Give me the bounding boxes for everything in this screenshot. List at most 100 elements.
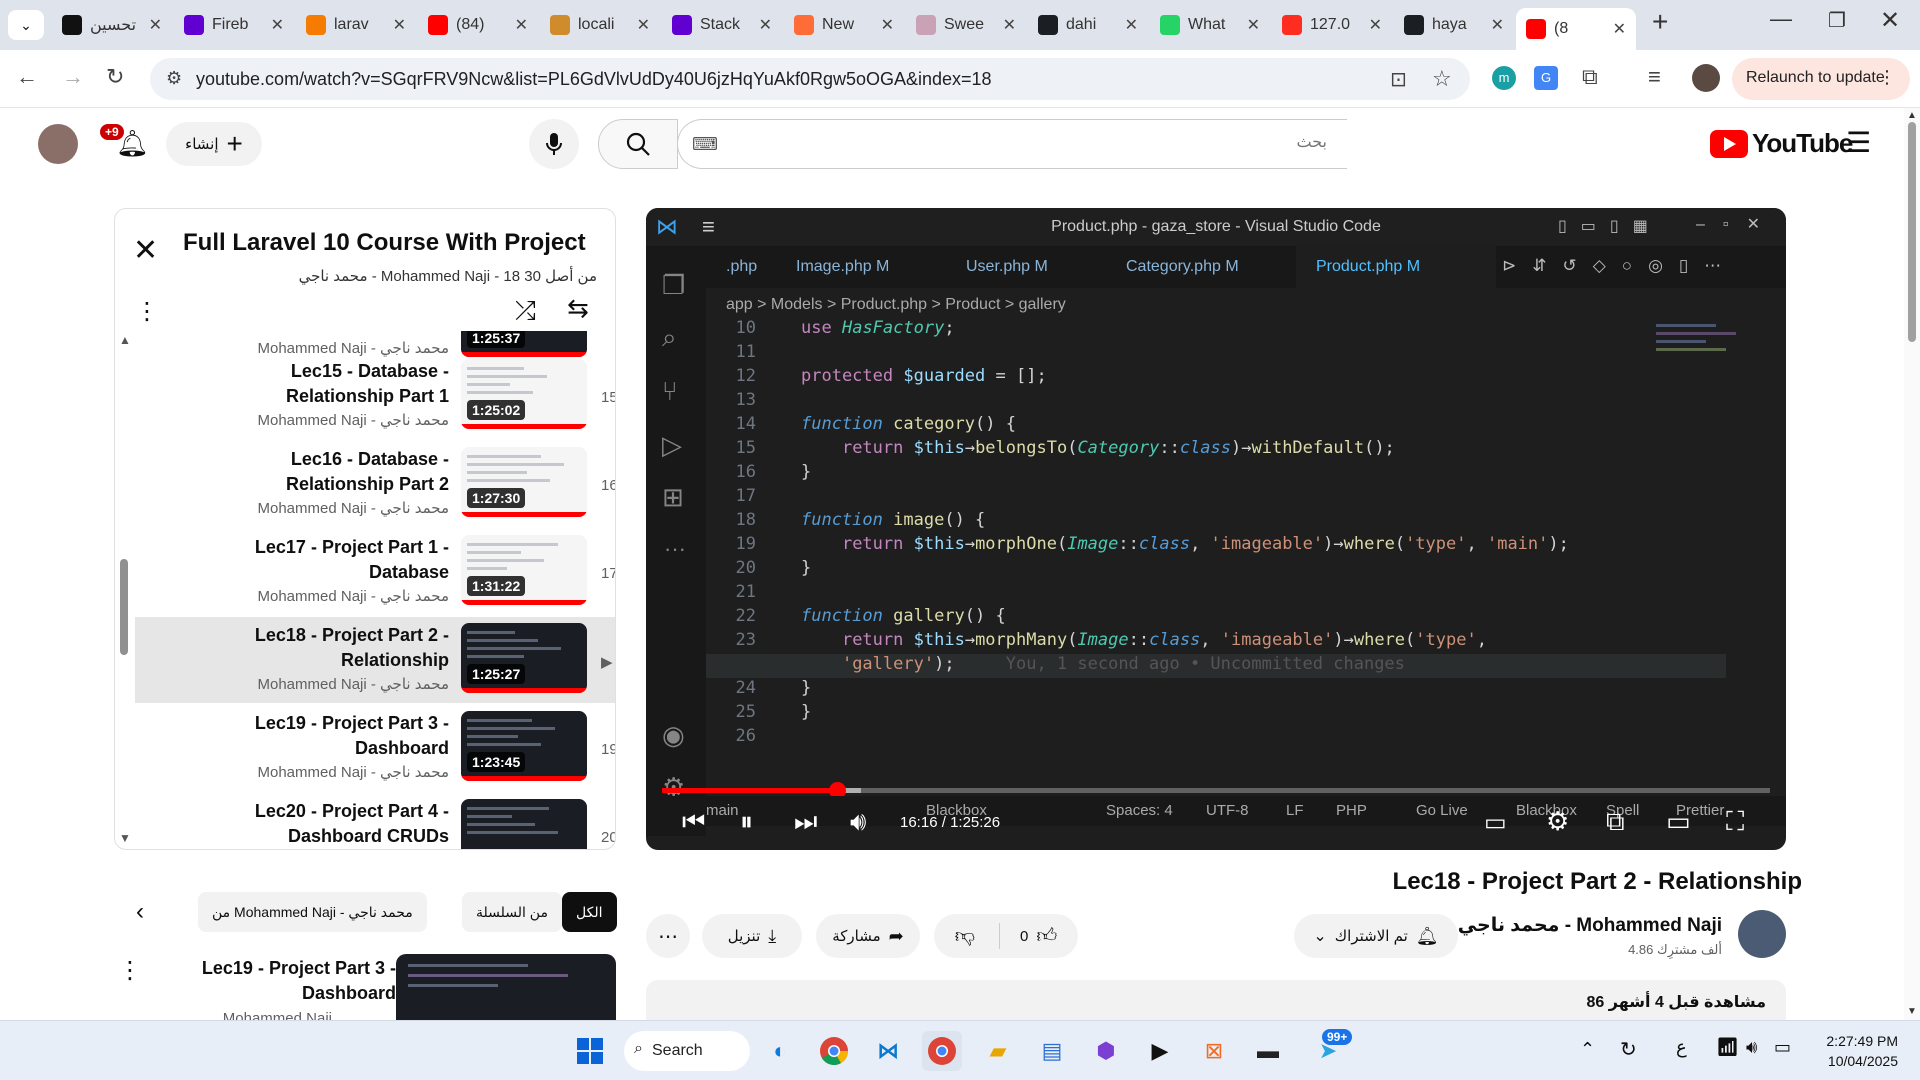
browser-tab[interactable]: Stack ✕ xyxy=(662,8,782,42)
playlist-thumbnail[interactable]: 1:25:02 xyxy=(461,359,587,429)
video-player[interactable]: ⋈ ≡ Product.php - gaza_store - Visual St… xyxy=(646,208,1786,850)
menu-hamburger-icon[interactable]: ☰ xyxy=(1846,126,1871,159)
close-tab-icon[interactable]: ✕ xyxy=(1491,15,1504,35)
battery-icon[interactable]: ▭ xyxy=(1774,1037,1791,1058)
close-tab-icon[interactable]: ✕ xyxy=(515,15,528,35)
wifi-icon[interactable]: 📶︎ xyxy=(1716,1037,1739,1058)
close-playlist-icon[interactable]: ✕ xyxy=(133,233,158,268)
chip-from-channel[interactable]: من Mohammed Naji - محمد ناجي xyxy=(198,892,427,932)
browser-tab[interactable]: 127.0 ✕ xyxy=(1272,8,1392,42)
close-tab-icon[interactable]: ✕ xyxy=(759,15,772,35)
close-tab-icon[interactable]: ✕ xyxy=(1613,19,1626,39)
search-input[interactable] xyxy=(767,134,1327,152)
notepad-icon[interactable]: ▤ xyxy=(1032,1031,1072,1071)
page-scroll-up-icon[interactable]: ▲ xyxy=(1907,110,1917,121)
keyboard-icon[interactable]: ⌨ xyxy=(692,134,718,155)
site-info-icon[interactable]: ⚙ xyxy=(166,68,182,89)
url-text[interactable]: youtube.com/watch?v=SGqrFRV9Ncw&list=PL6… xyxy=(196,69,992,90)
install-app-icon[interactable]: ⊡ xyxy=(1390,67,1407,92)
playlist-more-icon[interactable]: ⋮ xyxy=(135,297,159,326)
new-tab-button[interactable]: + xyxy=(1652,6,1668,38)
sync-icon[interactable]: ↻ xyxy=(1620,1037,1637,1062)
playlist-item[interactable]: 1:23:45 Lec19 - Project Part 3 - Dashboar… xyxy=(135,705,615,791)
theater-mode-icon[interactable]: ▭ xyxy=(1666,806,1691,837)
close-tab-icon[interactable]: ✕ xyxy=(393,15,406,35)
media-controls-icon[interactable]: ≡ xyxy=(1648,64,1661,90)
forward-arrow-icon[interactable]: → xyxy=(62,64,84,90)
speaker-icon[interactable]: 🔊︎ xyxy=(1746,1037,1757,1058)
channel-avatar[interactable] xyxy=(1738,910,1786,958)
relaunch-to-update-button[interactable]: Relaunch to update ⋮ xyxy=(1732,58,1910,100)
browser-tab[interactable]: haya ✕ xyxy=(1394,8,1514,42)
chips-back-arrow-icon[interactable]: ‹ xyxy=(136,898,144,926)
description-box[interactable]: 86 مشاهدة قبل 4 أشهر xyxy=(646,980,1786,1020)
account-avatar[interactable] xyxy=(38,124,78,164)
scroll-down-arrow-icon[interactable]: ▼ xyxy=(119,831,131,845)
shuffle-icon[interactable]: ⤮ xyxy=(515,295,536,327)
browser-tab[interactable]: What ✕ xyxy=(1150,8,1270,42)
taskbar-search[interactable]: ⌕ Search xyxy=(624,1031,750,1071)
browser-tab[interactable]: locali ✕ xyxy=(540,8,660,42)
playlist-title[interactable]: Full Laravel 10 Course With Project xyxy=(183,229,586,257)
close-tab-icon[interactable]: ✕ xyxy=(149,15,162,35)
chip-all[interactable]: الكل xyxy=(562,892,617,932)
subscribed-button[interactable]: ⌄ تم الاشتراك 🔔︎ xyxy=(1294,914,1458,958)
back-arrow-icon[interactable]: ← xyxy=(16,64,38,90)
fullscreen-icon[interactable]: ⛶ xyxy=(1726,806,1744,838)
playlist-thumbnail[interactable] xyxy=(461,799,587,849)
related-thumbnail[interactable] xyxy=(396,954,616,1020)
more-vert-icon[interactable]: ⋮ xyxy=(1878,67,1896,88)
chrome-profile-icon[interactable] xyxy=(922,1031,962,1071)
chrome-icon[interactable] xyxy=(814,1031,854,1071)
playlist-scrollbar-thumb[interactable] xyxy=(120,559,128,655)
bookmark-star-icon[interactable]: ☆ xyxy=(1432,66,1452,92)
video-progress-bar[interactable] xyxy=(662,782,1770,799)
playlist-item[interactable]: 1:31:22 Lec17 - Project Part 1 - Database… xyxy=(135,529,615,615)
related-video-title[interactable]: Lec19 - Project Part 3 - Dashboard xyxy=(176,956,396,1006)
file-explorer-icon[interactable]: ▰ xyxy=(978,1031,1018,1071)
playlist-item[interactable]: Lec20 - Project Part 4 - Dashboard CRUDs… xyxy=(135,793,615,849)
xampp-icon[interactable]: ⊠ xyxy=(1194,1031,1234,1071)
channel-name[interactable]: محمد ناجي - Mohammed Naji xyxy=(1458,914,1722,937)
terminal-icon[interactable]: ▬ xyxy=(1248,1031,1288,1071)
page-scrollbar-thumb[interactable] xyxy=(1908,122,1916,342)
browser-tab[interactable]: Fireb ✕ xyxy=(174,8,294,42)
playlist-thumbnail[interactable]: 1:23:45 xyxy=(461,711,587,781)
input-language[interactable]: ع xyxy=(1676,1037,1687,1058)
page-scroll-down-icon[interactable]: ▼ xyxy=(1907,1006,1917,1017)
youtube-logo-text[interactable]: YouTube xyxy=(1752,128,1853,159)
close-tab-icon[interactable]: ✕ xyxy=(1247,15,1260,35)
create-button[interactable]: إنشاء + xyxy=(166,122,262,166)
browser-tab[interactable]: (84) ✕ xyxy=(418,8,538,42)
browser-tab[interactable]: (8 ✕ xyxy=(1516,8,1636,50)
like-icon[interactable]: 👍︎ xyxy=(1036,924,1057,948)
vscode-taskbar-icon[interactable]: ⋈ xyxy=(868,1031,908,1071)
browser-tab[interactable]: New ✕ xyxy=(784,8,904,42)
dislike-icon[interactable]: 👎︎ xyxy=(955,924,975,948)
browser-tab[interactable]: dahi ✕ xyxy=(1028,8,1148,42)
address-bar[interactable]: ⚙ youtube.com/watch?v=SGqrFRV9Ncw&list=P… xyxy=(150,58,1470,100)
extension-m-icon[interactable]: m xyxy=(1492,66,1516,90)
settings-gear-icon[interactable]: ⚙ xyxy=(1546,806,1569,837)
windows-start-icon[interactable] xyxy=(570,1031,610,1071)
extensions-puzzle-icon[interactable]: ⧉ xyxy=(1582,64,1598,90)
browser-tab[interactable]: Swee ✕ xyxy=(906,8,1026,42)
loop-icon[interactable]: ⇆ xyxy=(567,293,589,324)
close-tab-icon[interactable]: ✕ xyxy=(1369,15,1382,35)
minimize-window-icon[interactable]: — xyxy=(1770,6,1792,32)
more-actions-icon[interactable]: ⋯ xyxy=(646,914,690,958)
reload-icon[interactable]: ↻ xyxy=(106,64,124,90)
edge-icon[interactable]: ◐ xyxy=(760,1031,800,1071)
playlist-item[interactable]: 1:27:30 Lec16 - Database - Relationship P… xyxy=(135,441,615,527)
browser-tab[interactable]: تحسين ✕ xyxy=(52,8,172,42)
youtube-logo-icon[interactable] xyxy=(1710,130,1748,158)
app-shield-icon[interactable]: ⬢ xyxy=(1086,1031,1126,1071)
playlist-thumbnail[interactable]: 1:31:22 xyxy=(461,535,587,605)
scroll-up-arrow-icon[interactable]: ▲ xyxy=(119,333,131,347)
browser-tab[interactable]: larav ✕ xyxy=(296,8,416,42)
chip-from-series[interactable]: من السلسلة xyxy=(462,892,562,932)
related-more-icon[interactable]: ⋮ xyxy=(118,956,142,985)
taskbar-clock[interactable]: 2:27:49 PM 10/04/2025 xyxy=(1814,1031,1898,1071)
previous-video-icon[interactable]: ⏮︎ xyxy=(682,806,705,838)
volume-icon[interactable]: 🔊︎ xyxy=(850,806,866,838)
